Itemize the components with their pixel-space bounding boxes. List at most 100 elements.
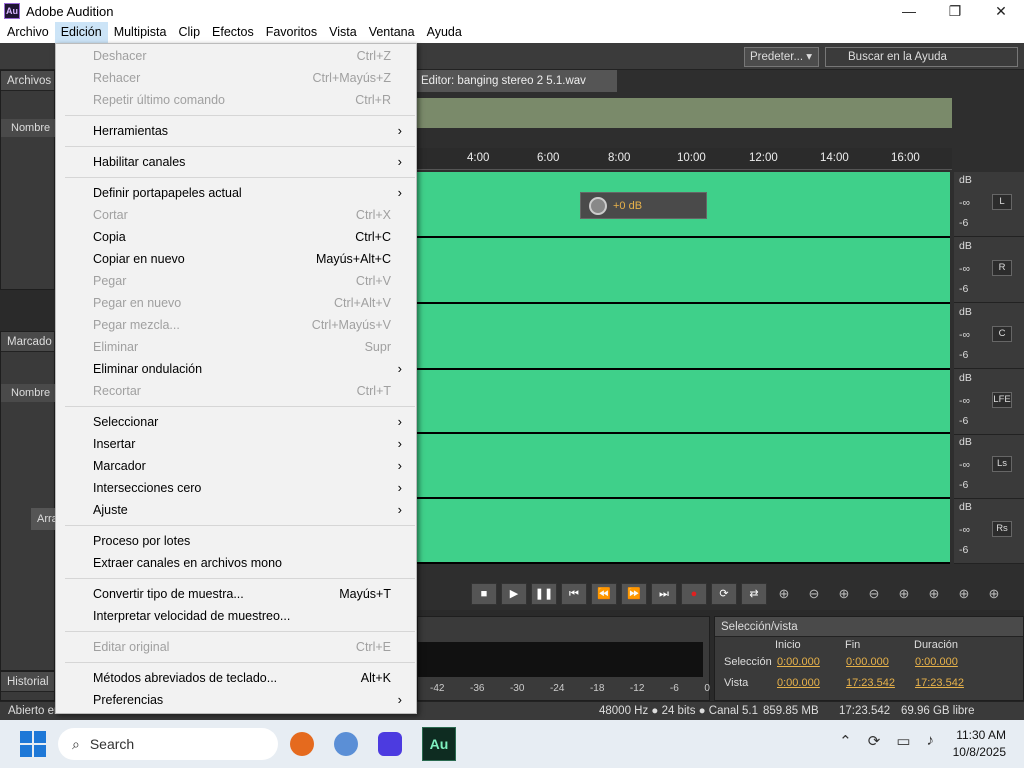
channel-lfe-waveform[interactable]: [417, 370, 950, 434]
zoom-left-icon[interactable]: ⊕: [951, 583, 977, 605]
edit-menu-item[interactable]: Preferencias ›: [56, 689, 416, 711]
edit-menu-item[interactable]: Copia Ctrl+C: [56, 226, 416, 248]
zoom-in-amplitude-icon[interactable]: ⊕: [771, 583, 797, 605]
channel-l-button[interactable]: L: [992, 194, 1012, 210]
editor-tab[interactable]: Editor: banging stereo 2 5.1.wav: [417, 70, 617, 92]
waveform-tracks[interactable]: [417, 172, 950, 564]
workspace-dropdown[interactable]: Predeter... ▾: [744, 47, 819, 67]
skip-end-icon[interactable]: ⏭: [651, 583, 677, 605]
menu-multipista[interactable]: Multipista: [108, 22, 173, 43]
sel-inicio[interactable]: 0:00.000: [777, 656, 820, 668]
menu-vista[interactable]: Vista: [323, 22, 363, 43]
close-button[interactable]: ✕: [978, 0, 1024, 22]
channel-rs-waveform[interactable]: [417, 499, 950, 564]
edit-menu-item[interactable]: Proceso por lotes: [56, 530, 416, 552]
audition-taskbar-icon[interactable]: Au: [422, 727, 456, 761]
channel-ls-button[interactable]: Ls: [992, 456, 1012, 472]
skip-start-icon[interactable]: ⏮: [561, 583, 587, 605]
waveform-overview[interactable]: [417, 98, 952, 128]
edit-menu-item[interactable]: Habilitar canales ›: [56, 151, 416, 173]
zoom-out-full-icon[interactable]: ⊖: [861, 583, 887, 605]
edit-menu-item[interactable]: Definir portapapeles actual ›: [56, 182, 416, 204]
menu-archivo[interactable]: Archivo: [1, 22, 55, 43]
files-panel-tab[interactable]: Archivos: [1, 71, 54, 91]
menu-bar: Archivo Edición Multipista Clip Efectos …: [0, 22, 1024, 43]
channel-c-button[interactable]: C: [992, 326, 1012, 342]
windows-start-icon[interactable]: [20, 731, 46, 757]
minimize-button[interactable]: —: [886, 0, 932, 22]
view-inicio[interactable]: 0:00.000: [777, 677, 820, 689]
menu-ventana[interactable]: Ventana: [363, 22, 421, 43]
files-col-name[interactable]: Nombre: [1, 119, 56, 137]
zoom-selection-icon[interactable]: ⊕: [921, 583, 947, 605]
zoom-out-amplitude-icon[interactable]: ⊖: [801, 583, 827, 605]
menu-item-label: Pegar en nuevo: [93, 296, 182, 310]
loop-icon[interactable]: ⟳: [711, 583, 737, 605]
zoom-right-icon[interactable]: ⊕: [981, 583, 1007, 605]
clock[interactable]: 11:30 AM 10/8/2025: [953, 727, 1006, 761]
menu-favoritos[interactable]: Favoritos: [260, 22, 323, 43]
menu-efectos[interactable]: Efectos: [206, 22, 260, 43]
channel-rs-button[interactable]: Rs: [992, 521, 1012, 537]
network-icon[interactable]: ▭: [896, 732, 910, 750]
markers-col-name[interactable]: Nombre: [1, 384, 56, 402]
channel-lfe-button[interactable]: LFE: [992, 392, 1012, 408]
history-panel-tab[interactable]: Historial: [1, 672, 54, 692]
view-fin[interactable]: 17:23.542: [846, 677, 895, 689]
edit-menu-item[interactable]: Seleccionar ›: [56, 411, 416, 433]
sel-duracion[interactable]: 0:00.000: [915, 656, 958, 668]
edit-menu-item[interactable]: Intersecciones cero ›: [56, 477, 416, 499]
help-search-input[interactable]: Buscar en la Ayuda: [825, 47, 1018, 67]
stop-icon[interactable]: ■: [471, 583, 497, 605]
pause-icon[interactable]: ❚❚: [531, 583, 557, 605]
menu-clip[interactable]: Clip: [172, 22, 206, 43]
menu-item-label: Seleccionar: [93, 415, 159, 429]
channel-r-button[interactable]: R: [992, 260, 1012, 276]
zoom-in-time-icon[interactable]: ⊕: [831, 583, 857, 605]
taskbar-search[interactable]: ⌕ Search: [58, 728, 278, 760]
edit-menu-item[interactable]: Ajuste ›: [56, 499, 416, 521]
submenu-arrow-icon: ›: [397, 361, 402, 376]
rewind-icon[interactable]: ⏪: [591, 583, 617, 605]
menu-item-label: Métodos abreviados de teclado...: [93, 671, 278, 685]
qbittorrent-icon[interactable]: [334, 732, 358, 756]
video-app-icon[interactable]: [378, 732, 402, 756]
menu-separator: [65, 662, 415, 663]
channel-ls-waveform[interactable]: [417, 434, 950, 499]
sel-fin[interactable]: 0:00.000: [846, 656, 889, 668]
channel-r-waveform[interactable]: [417, 238, 950, 304]
edit-menu-item[interactable]: Métodos abreviados de teclado... Alt+K: [56, 667, 416, 689]
channel-c-waveform[interactable]: [417, 304, 950, 370]
chevron-up-icon[interactable]: ⌃: [839, 732, 852, 750]
maximize-button[interactable]: ❐: [932, 0, 978, 22]
view-duracion[interactable]: 17:23.542: [915, 677, 964, 689]
selection-panel-tab[interactable]: Selección/vista: [715, 617, 1023, 637]
ruler-tick: 12:00: [749, 152, 778, 164]
fast-forward-icon[interactable]: ⏩: [621, 583, 647, 605]
volume-knob-icon[interactable]: [589, 196, 607, 215]
edit-menu-item[interactable]: Extraer canales en archivos mono: [56, 552, 416, 574]
zoom-in-point-icon[interactable]: ⊕: [891, 583, 917, 605]
menu-item-shortcut: Mayús+Alt+C: [315, 252, 391, 266]
submenu-arrow-icon: ›: [397, 480, 402, 495]
time-ruler[interactable]: 4:00 6:00 8:00 10:00 12:00 14:00 16:00: [417, 148, 952, 170]
volume-hud[interactable]: +0 dB: [580, 192, 707, 219]
edit-menu-item[interactable]: Copiar en nuevo Mayús+Alt+C: [56, 248, 416, 270]
volume-mute-icon[interactable]: ♪: [927, 732, 935, 750]
skip-selection-icon[interactable]: ⇄: [741, 583, 767, 605]
markers-panel-tab[interactable]: Marcado: [1, 332, 54, 352]
edit-menu-item[interactable]: Marcador ›: [56, 455, 416, 477]
edit-menu-item[interactable]: Insertar ›: [56, 433, 416, 455]
edit-menu-item[interactable]: Convertir tipo de muestra... Mayús+T: [56, 583, 416, 605]
menu-ayuda[interactable]: Ayuda: [421, 22, 468, 43]
play-icon[interactable]: ▶: [501, 583, 527, 605]
edit-menu-item: Pegar mezcla... Ctrl+Mayús+V: [56, 314, 416, 336]
firefox-icon[interactable]: [290, 732, 314, 756]
edit-menu-item[interactable]: Herramientas ›: [56, 120, 416, 142]
record-icon[interactable]: ●: [681, 583, 707, 605]
sync-icon[interactable]: ⟳: [868, 732, 881, 750]
edit-menu-item[interactable]: Interpretar velocidad de muestreo...: [56, 605, 416, 627]
selection-view-panel: Selección/vista Inicio Fin Duración Sele…: [714, 616, 1024, 701]
menu-edicion[interactable]: Edición: [54, 22, 108, 43]
edit-menu-item[interactable]: Eliminar ondulación ›: [56, 358, 416, 380]
